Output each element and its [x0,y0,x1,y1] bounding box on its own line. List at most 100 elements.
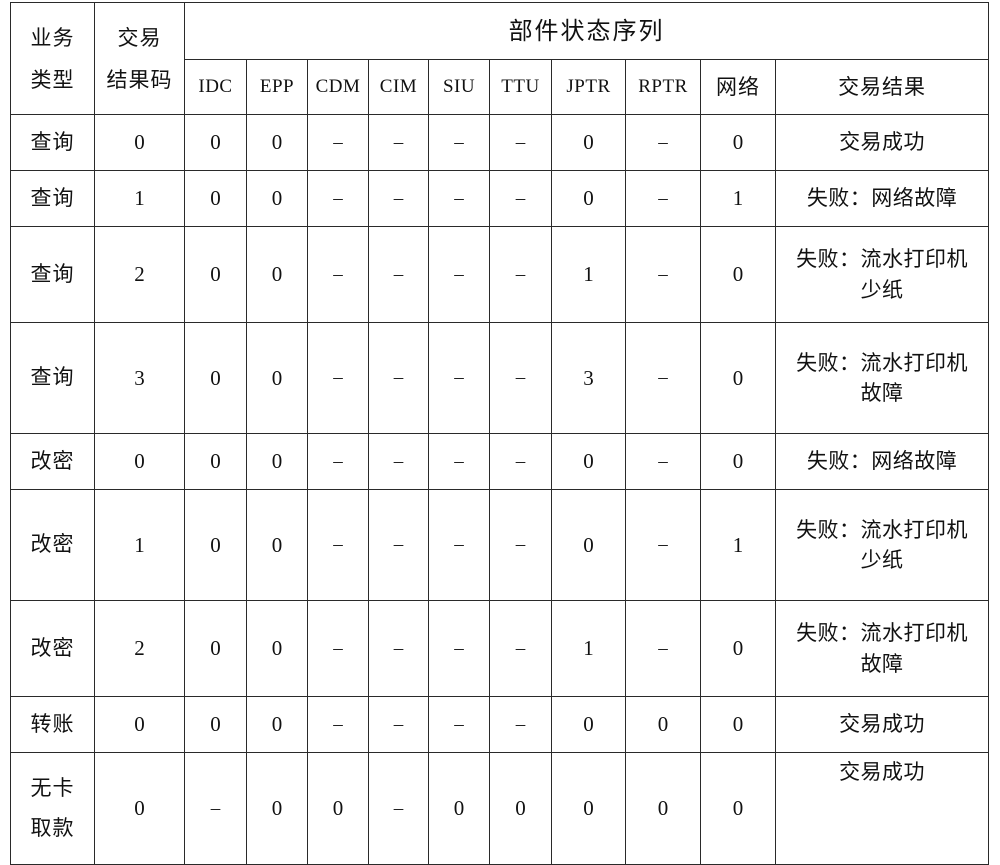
cell-transaction-result: 失败：网络故障 [774,170,990,227]
table-row: 改密 1 0 0– – – –0–1 失败：流水打印机 少纸 [10,489,990,601]
header-result-code-line2: 结果码 [106,67,173,92]
cell-component-cim: – [368,489,429,601]
cell-transaction-result-line: 失败：流水打印机 [796,247,969,272]
cell-biz-type: 改密 [10,600,95,697]
cell-component-ttu: – [489,226,552,323]
cell-component-idc: 0 [184,226,247,323]
table-row: 转账 0 0 0– – – –0 0 0 交易成功 [10,696,990,753]
cell-transaction-result-line: 交易成功 [839,712,926,737]
cell-component-ttu: – [489,489,552,601]
cell-transaction-result-line: 失败：流水打印机 [796,621,969,646]
table-page: 业务 类型 交易 结果码 部件状态序列 IDC EPP CDM CIM SIU … [0,0,1000,865]
cell-component-cim: – [368,170,429,227]
cell-component-idc: 0 [184,696,247,753]
table-row: 查询 0 0 0– – – –0–0 交易成功 [10,114,990,171]
cell-component-idc: 0 [184,322,247,434]
cell-biz-type: 查询 [10,114,95,171]
cell-component-network: 0 [700,600,776,697]
table-row: 改密 0 0 0– – – –0–0 失败：网络故障 [10,433,990,490]
cell-component-jptr: 0 [551,170,626,227]
cell-component-ttu: – [489,696,552,753]
header-component-ttu: TTU [489,59,552,115]
cell-component-cdm: – [307,696,369,753]
table-row: 改密 2 0 0– – – –1–0 失败：流水打印机 故障 [10,600,990,697]
header-component-jptr: JPTR [551,59,626,115]
cell-transaction-result: 交易成功 [774,114,990,171]
cell-component-cdm: – [307,600,369,697]
cell-component-ttu: – [489,322,552,434]
cell-component-network: 0 [700,226,776,323]
cell-biz-type-line: 无卡 [30,775,75,800]
cell-component-rptr: – [625,226,701,323]
cell-biz-type-line: 取款 [30,815,75,840]
cell-component-network: 0 [700,696,776,753]
cell-biz-type-line: 查询 [30,129,75,154]
cell-component-jptr: 0 [551,752,626,865]
table-head: 业务 类型 交易 结果码 部件状态序列 IDC EPP CDM CIM SIU … [10,2,990,115]
header-row-top: 业务 类型 交易 结果码 部件状态序列 [10,2,990,115]
component-state-sequence-table: 业务 类型 交易 结果码 部件状态序列 IDC EPP CDM CIM SIU … [10,2,990,865]
cell-component-cdm: – [307,322,369,434]
header-component-cim: CIM [368,59,429,115]
cell-result-code: 0 [94,696,185,753]
header-component-epp: EPP [246,59,308,115]
cell-component-idc: – [184,752,247,865]
table-row: 无卡 取款 0–0 0–0 0 0 0 0 交易成功 [10,752,990,865]
header-component-state-sequence: 部件状态序列 [183,2,990,60]
cell-component-rptr: 0 [625,752,701,865]
cell-component-ttu: 0 [489,752,552,865]
cell-component-jptr: 1 [551,600,626,697]
cell-transaction-result: 失败：流水打印机 故障 [774,600,990,697]
cell-component-rptr: 0 [625,696,701,753]
table-row: 查询 1 0 0– – – –0–1 失败：网络故障 [10,170,990,227]
cell-component-cdm: – [307,170,369,227]
cell-component-cdm: – [307,114,369,171]
cell-result-code: 1 [94,170,185,227]
cell-transaction-result: 失败：网络故障 [774,433,990,490]
cell-component-rptr: – [625,489,701,601]
cell-component-idc: 0 [184,433,247,490]
cell-component-epp: 0 [246,322,308,434]
cell-component-idc: 0 [184,170,247,227]
cell-transaction-result-line: 少纸 [860,277,904,302]
cell-component-siu: 0 [428,752,490,865]
cell-component-ttu: – [489,114,552,171]
cell-result-code: 0 [94,752,185,865]
cell-biz-type-line: 转账 [30,711,75,736]
cell-component-siu: – [428,696,490,753]
cell-component-cim: – [368,322,429,434]
cell-transaction-result: 失败：流水打印机 少纸 [774,489,990,601]
cell-component-cdm: 0 [307,752,369,865]
cell-component-siu: – [428,322,490,434]
cell-component-network: 0 [700,752,776,865]
cell-component-jptr: 1 [551,226,626,323]
header-component-network: 网络 [700,59,776,115]
cell-biz-type-line: 改密 [30,635,75,660]
cell-component-epp: 0 [246,600,308,697]
cell-component-epp: 0 [246,114,308,171]
cell-transaction-result: 交易成功 [774,696,990,753]
header-biz-type-line2: 类型 [30,67,75,92]
cell-biz-type: 查询 [10,170,95,227]
cell-transaction-result-line: 失败：流水打印机 [796,517,969,542]
cell-component-rptr: – [625,600,701,697]
cell-component-epp: 0 [246,489,308,601]
cell-transaction-result: 交易成功 [774,752,990,865]
cell-component-cdm: – [307,226,369,323]
cell-component-network: 0 [700,322,776,434]
header-biz-type-line1: 业务 [30,25,75,50]
cell-component-network: 1 [700,170,776,227]
table-row: 查询 3 0 0– – – –3–0 失败：流水打印机 故障 [10,322,990,434]
cell-component-cim: – [368,226,429,323]
table-row: 查询 2 0 0– – – –1–0 失败：流水打印机 少纸 [10,226,990,323]
cell-component-idc: 0 [184,489,247,601]
cell-biz-type: 转账 [10,696,95,753]
cell-component-cim: – [368,114,429,171]
cell-component-ttu: – [489,433,552,490]
cell-biz-type-line: 查询 [30,185,75,210]
cell-component-epp: 0 [246,226,308,323]
cell-result-code: 0 [94,433,185,490]
cell-component-rptr: – [625,433,701,490]
header-component-cdm: CDM [307,59,369,115]
cell-component-ttu: – [489,600,552,697]
